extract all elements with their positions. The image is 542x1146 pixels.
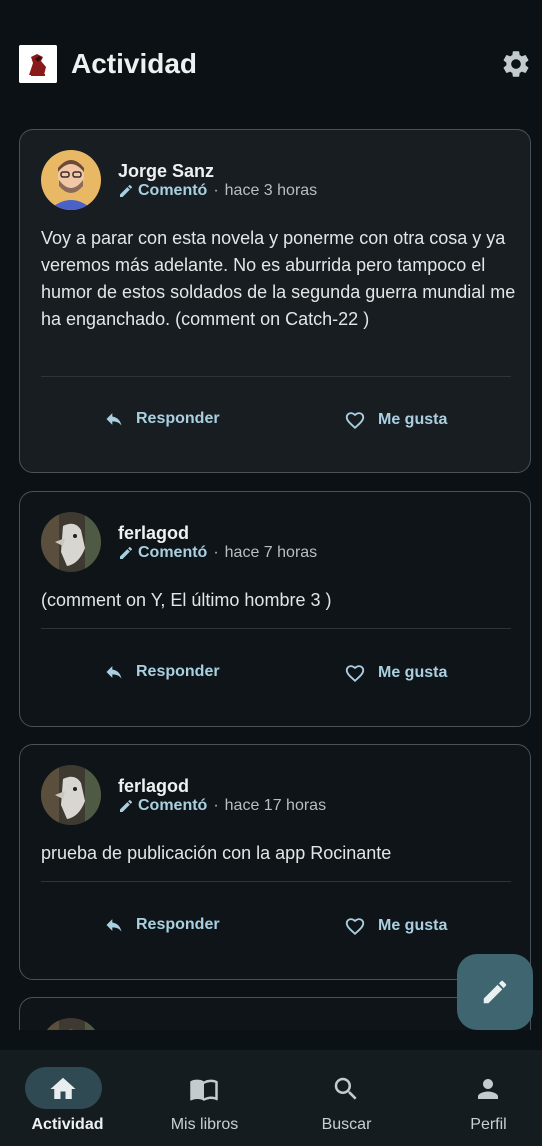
- reply-label: Responder: [136, 410, 220, 427]
- home-icon: [50, 1077, 76, 1099]
- reply-icon: [106, 413, 122, 426]
- heart-outline-icon: [345, 665, 365, 683]
- post-text: (comment on Y, El último hombre 3 ): [41, 590, 332, 610]
- post-author[interactable]: Jorge Sanz: [118, 161, 214, 182]
- reply-icon: [106, 666, 122, 679]
- top-app-bar: Actividad: [0, 0, 542, 118]
- page-title: Actividad: [71, 48, 198, 79]
- activity-card: ferlagod Comentó · hace 17 horas prueba …: [19, 744, 531, 980]
- reply-icon: [106, 919, 122, 932]
- post-meta: Comentó · hace 3 horas: [118, 182, 317, 200]
- avatar[interactable]: [41, 512, 101, 572]
- nav-label: Actividad: [31, 1116, 104, 1133]
- avatar[interactable]: [41, 1018, 101, 1030]
- post-time: hace 7 horas: [224, 544, 318, 561]
- post-time: hace 17 horas: [224, 797, 327, 814]
- bottom-navigation: Actividad Mis libros Buscar Perfil: [0, 1050, 542, 1146]
- settings-gear-icon[interactable]: [500, 48, 532, 80]
- heart-outline-icon: [345, 412, 365, 430]
- like-button[interactable]: Me gusta: [344, 409, 447, 431]
- pencil-icon: [120, 799, 133, 812]
- activity-card: Jorge Sanz Comentó · hace 3 horas Voy a …: [19, 129, 531, 473]
- nav-item-perfil[interactable]: Perfil: [407, 1050, 542, 1146]
- post-action: Comentó: [138, 544, 208, 561]
- pencil-icon: [483, 980, 507, 1004]
- person-icon: [478, 1079, 498, 1099]
- nav-label: Perfil: [470, 1116, 507, 1133]
- post-action: Comentó: [138, 797, 208, 814]
- card-divider: [41, 628, 511, 629]
- nav-item-mis-libros[interactable]: Mis libros: [137, 1050, 272, 1146]
- app-logo-icon: [19, 45, 57, 83]
- like-label: Me gusta: [378, 917, 448, 934]
- activity-card: ferlagod Comentó · hace 7 horas (comment…: [19, 491, 531, 727]
- like-label: Me gusta: [378, 664, 448, 681]
- reply-button[interactable]: Responder: [104, 915, 220, 935]
- meta-separator: ·: [213, 544, 219, 561]
- heart-outline-icon: [345, 918, 365, 936]
- book-icon: [190, 1079, 218, 1101]
- avatar[interactable]: [41, 150, 101, 210]
- activity-feed[interactable]: Jorge Sanz Comentó · hace 3 horas Voy a …: [0, 118, 542, 1030]
- activity-card: [19, 997, 531, 1030]
- meta-separator: ·: [213, 182, 219, 199]
- card-divider: [41, 881, 511, 882]
- reply-label: Responder: [136, 916, 220, 933]
- reply-button[interactable]: Responder: [104, 662, 220, 682]
- post-author[interactable]: ferlagod: [118, 523, 189, 544]
- compose-fab-button[interactable]: [457, 954, 533, 1030]
- like-label: Me gusta: [378, 411, 448, 428]
- post-time: hace 3 horas: [224, 182, 318, 199]
- meta-separator: ·: [213, 797, 219, 814]
- card-divider: [41, 376, 511, 377]
- avatar[interactable]: [41, 765, 101, 825]
- nav-item-buscar[interactable]: Buscar: [279, 1050, 414, 1146]
- reply-button[interactable]: Responder: [104, 409, 220, 429]
- nav-label: Mis libros: [170, 1116, 239, 1133]
- like-button[interactable]: Me gusta: [344, 915, 447, 937]
- post-author[interactable]: ferlagod: [118, 776, 189, 797]
- post-text: prueba de publicación con la app Rocinan…: [41, 843, 392, 863]
- nav-label: Buscar: [321, 1116, 372, 1133]
- search-icon: [334, 1077, 357, 1100]
- post-text: Voy a parar con esta novela y ponerme co…: [41, 228, 516, 329]
- pencil-icon: [120, 184, 133, 197]
- post-action: Comentó: [138, 182, 208, 199]
- like-button[interactable]: Me gusta: [344, 662, 447, 684]
- nav-item-actividad[interactable]: Actividad: [0, 1050, 135, 1146]
- post-meta: Comentó · hace 7 horas: [118, 544, 317, 562]
- pencil-icon: [120, 546, 133, 559]
- reply-label: Responder: [136, 663, 220, 680]
- post-meta: Comentó · hace 17 horas: [118, 797, 326, 815]
